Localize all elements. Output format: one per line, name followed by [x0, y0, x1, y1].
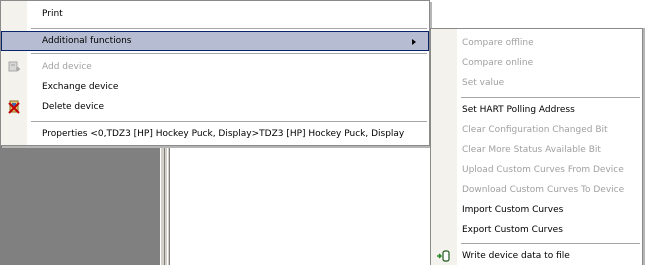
menu-item-label: Write device data to file — [462, 251, 570, 261]
menu-item-label: Properties <0,TDZ3 [HP] Hockey Puck, Dis… — [42, 129, 405, 139]
menu-item-label: Compare offline — [462, 38, 534, 48]
menu-item-label: Print — [42, 9, 63, 19]
menu-item-properties[interactable]: Properties <0,TDZ3 [HP] Hockey Puck, Dis… — [1, 124, 429, 144]
context-menu: Print Additional functions Add device Ex… — [0, 0, 430, 146]
menu-item-label: Clear Configuration Changed Bit — [462, 125, 608, 135]
menu-separator — [461, 243, 640, 244]
submenu-item-compare-online[interactable]: Compare online — [431, 53, 642, 73]
menu-item-label: Set HART Polling Address — [462, 105, 575, 115]
panel-splitter[interactable] — [160, 145, 170, 265]
menu-item-label: Download Custom Curves To Device — [462, 185, 625, 195]
menu-item-label: Add device — [42, 62, 92, 72]
submenu-item-set-value[interactable]: Set value — [431, 73, 642, 93]
menu-item-print[interactable]: Print — [1, 4, 429, 24]
submenu-item-clear-config-changed-bit[interactable]: Clear Configuration Changed Bit — [431, 120, 642, 140]
menu-item-exchange-device[interactable]: Exchange device — [1, 77, 429, 97]
submenu-additional-functions: Compare offline Compare online Set value… — [430, 28, 643, 265]
menu-item-add-device[interactable]: Add device — [1, 57, 429, 77]
delete-device-icon — [8, 100, 20, 114]
menu-item-label: Exchange device — [42, 82, 119, 92]
add-device-icon — [8, 61, 20, 72]
submenu-item-clear-more-status-bit[interactable]: Clear More Status Available Bit — [431, 140, 642, 160]
submenu-item-compare-offline[interactable]: Compare offline — [431, 33, 642, 53]
content-panel — [170, 145, 430, 265]
menu-separator — [31, 28, 427, 29]
submenu-item-export-custom-curves[interactable]: Export Custom Curves — [431, 220, 642, 240]
tree-panel — [0, 145, 160, 265]
menu-item-label: Compare online — [462, 58, 534, 68]
menu-item-additional-functions[interactable]: Additional functions — [1, 31, 429, 51]
menu-item-label: Set value — [462, 78, 505, 88]
menu-item-label: Additional functions — [42, 36, 132, 46]
menu-separator — [461, 97, 640, 98]
submenu-item-write-device-data[interactable]: Write device data to file — [431, 246, 642, 265]
menu-item-label: Upload Custom Curves From Device — [462, 165, 624, 175]
menu-separator — [31, 121, 427, 122]
write-data-icon — [437, 250, 450, 262]
submenu-item-upload-custom-curves[interactable]: Upload Custom Curves From Device — [431, 160, 642, 180]
menu-item-label: Delete device — [42, 102, 104, 112]
submenu-item-import-custom-curves[interactable]: Import Custom Curves — [431, 200, 642, 220]
submenu-item-download-custom-curves[interactable]: Download Custom Curves To Device — [431, 180, 642, 200]
menu-item-label: Clear More Status Available Bit — [462, 145, 601, 155]
submenu-arrow-icon — [412, 39, 416, 45]
menu-item-delete-device[interactable]: Delete device — [1, 97, 429, 117]
menu-separator — [31, 53, 427, 54]
menu-item-label: Import Custom Curves — [462, 205, 564, 215]
menu-item-label: Export Custom Curves — [462, 225, 563, 235]
submenu-item-set-hart-polling-address[interactable]: Set HART Polling Address — [431, 100, 642, 120]
